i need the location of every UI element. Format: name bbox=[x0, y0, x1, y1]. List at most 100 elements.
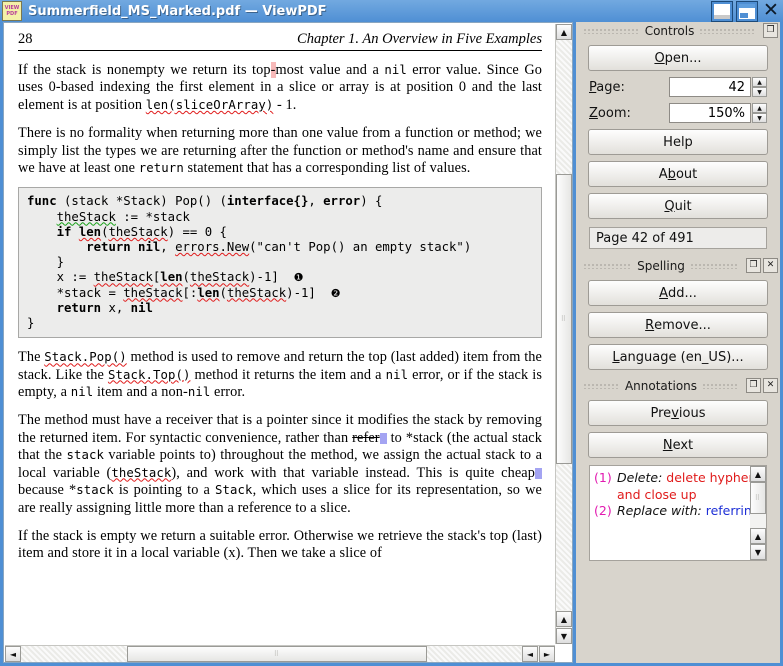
app-icon-line2: PDF bbox=[6, 11, 18, 17]
zoom-stepper-down[interactable]: ▼ bbox=[752, 113, 767, 123]
add-button-accel: A bbox=[659, 285, 668, 301]
scroll-down-button[interactable]: ▼ bbox=[556, 628, 572, 644]
list-item[interactable]: (2) Replace with: referring bbox=[594, 503, 764, 520]
code-l2-ind bbox=[27, 210, 57, 224]
annotations-scrollbar[interactable]: ▲ ⠿ ▲ ▼ bbox=[750, 466, 766, 560]
code-fn-len-2: len bbox=[160, 270, 183, 285]
annotations-scroll-up[interactable]: ▲ bbox=[750, 466, 766, 482]
annotation-strikethrough-refer: refer bbox=[352, 429, 380, 446]
code-l6-a: x := bbox=[56, 270, 94, 285]
para3-code-nil-2: nil bbox=[70, 385, 94, 400]
close-icon[interactable]: ✕ bbox=[761, 1, 781, 20]
code-l7-d: ( bbox=[219, 285, 227, 300]
zoom-label: Zoom: bbox=[589, 105, 631, 121]
code-ident-thestack-5: theStack bbox=[123, 285, 183, 300]
paragraph-3: The Stack.Pop() method is used to remove… bbox=[18, 349, 542, 401]
annotation-number: (1) bbox=[594, 470, 612, 485]
scroll-up-button[interactable]: ▲ bbox=[556, 24, 572, 40]
scroll-right-button[interactable]: ► bbox=[539, 646, 555, 662]
annotations-scroll-thumb[interactable]: ⠿ bbox=[750, 482, 766, 514]
float-panel-icon[interactable]: ❐ bbox=[763, 23, 779, 38]
para4-seg-f: is pointing to a bbox=[113, 482, 216, 499]
annotations-scroll-down[interactable]: ▼ bbox=[750, 544, 766, 560]
code-l6-f: )-1] bbox=[249, 270, 279, 285]
about-button[interactable]: Ab out bbox=[588, 161, 768, 187]
para4-code-thestack: theStack bbox=[111, 465, 172, 480]
panel-drag-dots-left[interactable] bbox=[583, 27, 640, 34]
annotation-marker-2[interactable] bbox=[379, 432, 387, 444]
scroll-thumb-grip: ⠿ bbox=[560, 315, 568, 323]
annotation-label: Delete: bbox=[617, 470, 663, 485]
para3-code-nil-1: nil bbox=[385, 367, 409, 382]
code-ident-thestack-6: theStack bbox=[226, 285, 287, 300]
code-kw-error: error bbox=[323, 194, 361, 209]
add-word-button[interactable]: Add... bbox=[588, 280, 768, 306]
code-kw-if: if bbox=[56, 224, 79, 239]
quit-button[interactable]: Quit bbox=[588, 193, 768, 219]
code-l1-f: ) { bbox=[360, 194, 383, 209]
spelling-panel-header[interactable]: Spelling ❐ ✕ bbox=[576, 257, 780, 274]
horizontal-scroll-thumb[interactable]: ⠿ bbox=[127, 646, 427, 662]
para3-seg-a: The bbox=[18, 349, 45, 366]
zoom-stepper[interactable]: ▲ ▼ bbox=[752, 103, 767, 123]
code-fn-len-1: len bbox=[78, 224, 102, 239]
maximize-button[interactable] bbox=[736, 1, 758, 22]
annotations-drag-dots-right[interactable] bbox=[702, 382, 739, 389]
previous-annotation-button[interactable]: Pre v ious bbox=[588, 400, 768, 426]
vertical-scroll-thumb[interactable]: ⠿ bbox=[556, 174, 572, 464]
language-button[interactable]: Language (en_US)... bbox=[588, 344, 768, 370]
spelling-drag-dots-left[interactable] bbox=[583, 262, 633, 269]
code-l6-d: ( bbox=[182, 270, 190, 285]
annotation-body: Delete: delete hyphen and close up bbox=[617, 470, 764, 503]
remove-word-button[interactable]: Remove... bbox=[588, 312, 768, 338]
list-item[interactable]: (1) Delete: delete hyphen and close up bbox=[594, 470, 764, 503]
para2-code-return: return bbox=[138, 161, 184, 176]
help-button[interactable]: Help bbox=[588, 129, 768, 155]
next-annotation-button[interactable]: Next bbox=[588, 432, 768, 458]
code-l1-b: (stack *Stack) Pop() ( bbox=[56, 194, 227, 209]
code-kw-func: func bbox=[27, 194, 57, 209]
scroll-left-button[interactable]: ◄ bbox=[5, 646, 21, 662]
annotations-panel: Annotations ❐ ✕ Pre v ious Next (1) Delete… bbox=[576, 377, 780, 561]
close-panel-icon[interactable]: ✕ bbox=[763, 258, 778, 273]
page-row: Page: 42 ▲ ▼ bbox=[589, 77, 767, 97]
open-button-label: pen... bbox=[664, 50, 702, 66]
spelling-drag-dots-right[interactable] bbox=[689, 262, 739, 269]
float-panel-icon[interactable]: ❐ bbox=[746, 378, 761, 393]
page-stepper[interactable]: ▲ ▼ bbox=[752, 77, 767, 97]
code-l5: } bbox=[27, 255, 65, 270]
page-stepper-up[interactable]: ▲ bbox=[752, 77, 767, 87]
code-listing: func (stack *Stack) Pop() (interface{}, … bbox=[18, 187, 542, 339]
code-l7-f: )-1] bbox=[286, 285, 316, 300]
annotations-list[interactable]: (1) Delete: delete hyphen and close up (… bbox=[589, 465, 767, 561]
remove-button-accel: R bbox=[645, 317, 655, 333]
controls-panel-header[interactable]: Controls ❐ bbox=[576, 22, 780, 39]
panel-drag-dots-right[interactable] bbox=[699, 27, 757, 34]
document-vertical-scrollbar[interactable]: ▲ ⠿ ▲ ▼ bbox=[555, 24, 572, 644]
para2-seg-b: statement that has a corresponding list … bbox=[183, 160, 471, 177]
scroll-left-button-end[interactable]: ◄ bbox=[522, 646, 538, 662]
page-stepper-down[interactable]: ▼ bbox=[752, 87, 767, 97]
language-button-accel: L bbox=[612, 349, 620, 365]
code-fn-len-3: len bbox=[197, 285, 220, 300]
code-l6-ind bbox=[27, 270, 57, 284]
para3-seg-e: item and a non- bbox=[93, 384, 188, 401]
annotations-scroll-up-2[interactable]: ▲ bbox=[750, 528, 766, 544]
code-l7-c: [: bbox=[182, 285, 198, 300]
annotations-drag-dots-left[interactable] bbox=[583, 382, 620, 389]
annotations-panel-title: Annotations bbox=[624, 378, 698, 393]
scroll-up-button-bottom[interactable]: ▲ bbox=[556, 611, 572, 627]
pdf-viewer[interactable]: 28 Chapter 1. An Overview in Five Exampl… bbox=[3, 22, 573, 663]
code-callout-1: ❶ bbox=[293, 271, 304, 285]
zoom-input[interactable]: 150% bbox=[669, 103, 751, 123]
para1-seg-b: most value and a bbox=[275, 62, 385, 78]
page-input[interactable]: 42 bbox=[669, 77, 751, 97]
float-panel-icon[interactable]: ❐ bbox=[746, 258, 761, 273]
annotations-panel-header[interactable]: Annotations ❐ ✕ bbox=[576, 377, 780, 394]
close-panel-icon[interactable]: ✕ bbox=[763, 378, 778, 393]
zoom-stepper-up[interactable]: ▲ bbox=[752, 103, 767, 113]
minimize-button[interactable] bbox=[711, 1, 733, 22]
document-horizontal-scrollbar[interactable]: ◄ ⠿ ◄ ► bbox=[5, 645, 555, 662]
open-button[interactable]: Open... bbox=[588, 45, 768, 71]
annotation-marker-1[interactable] bbox=[534, 467, 542, 479]
